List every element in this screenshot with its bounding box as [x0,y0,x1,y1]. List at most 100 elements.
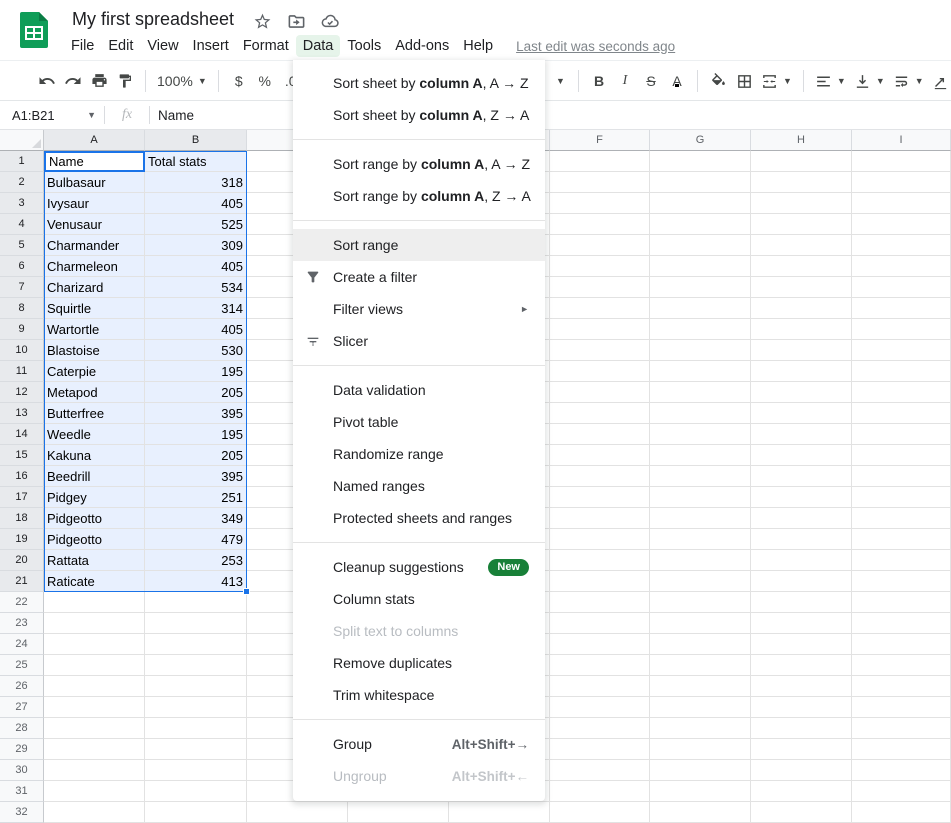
cell-b5[interactable]: 309 [145,235,247,256]
cell-g16[interactable] [650,466,751,487]
cell-i27[interactable] [852,697,951,718]
cell-a31[interactable] [44,781,145,802]
cell-i16[interactable] [852,466,951,487]
menu-item-sort-sheet-az[interactable]: Sort sheet by column A, A → Z [293,67,545,99]
menu-item-named-ranges[interactable]: Named ranges [293,470,545,502]
cell-i1[interactable] [852,151,951,172]
cell-b11[interactable]: 195 [145,361,247,382]
row-header-1[interactable]: 1 [0,151,44,172]
cell-f30[interactable] [550,760,650,781]
cloud-check-icon[interactable] [320,11,340,31]
document-title[interactable]: My first spreadsheet [72,9,234,30]
menu-item-sort-sheet-za[interactable]: Sort sheet by column A, Z → A [293,99,545,131]
row-header-4[interactable]: 4 [0,214,44,235]
cell-b26[interactable] [145,676,247,697]
cell-g7[interactable] [650,277,751,298]
cell-h10[interactable] [751,340,852,361]
cell-f10[interactable] [550,340,650,361]
cell-f14[interactable] [550,424,650,445]
cell-h8[interactable] [751,298,852,319]
cell-g13[interactable] [650,403,751,424]
cell-b13[interactable]: 395 [145,403,247,424]
borders-button[interactable] [731,67,757,95]
cell-h11[interactable] [751,361,852,382]
cell-g4[interactable] [650,214,751,235]
cell-f1[interactable] [550,151,650,172]
cell-i20[interactable] [852,550,951,571]
cell-b29[interactable] [145,739,247,760]
cell-b28[interactable] [145,718,247,739]
row-header-26[interactable]: 26 [0,676,44,697]
cell-g9[interactable] [650,319,751,340]
menu-item-create-a-filter[interactable]: Create a filter [293,261,545,293]
cell-h15[interactable] [751,445,852,466]
row-header-16[interactable]: 16 [0,466,44,487]
cell-d32[interactable] [348,802,449,823]
cell-i7[interactable] [852,277,951,298]
cell-b25[interactable] [145,655,247,676]
row-header-21[interactable]: 21 [0,571,44,592]
cell-h6[interactable] [751,256,852,277]
cell-f12[interactable] [550,382,650,403]
cell-f5[interactable] [550,235,650,256]
italic-button[interactable]: I [612,67,638,95]
menubar-item-format[interactable]: Format [236,35,296,57]
cell-f29[interactable] [550,739,650,760]
cell-b4[interactable]: 525 [145,214,247,235]
cell-g27[interactable] [650,697,751,718]
cell-i15[interactable] [852,445,951,466]
row-header-14[interactable]: 14 [0,424,44,445]
cell-b23[interactable] [145,613,247,634]
row-header-19[interactable]: 19 [0,529,44,550]
row-header-8[interactable]: 8 [0,298,44,319]
cell-h5[interactable] [751,235,852,256]
cell-f17[interactable] [550,487,650,508]
cell-e32[interactable] [449,802,550,823]
row-header-23[interactable]: 23 [0,613,44,634]
cell-a25[interactable] [44,655,145,676]
text-rotation-button[interactable] [928,67,951,95]
cell-i9[interactable] [852,319,951,340]
cell-b32[interactable] [145,802,247,823]
cell-g2[interactable] [650,172,751,193]
column-header-f[interactable]: F [550,130,650,151]
cell-h1[interactable] [751,151,852,172]
cell-h27[interactable] [751,697,852,718]
cell-h2[interactable] [751,172,852,193]
row-header-12[interactable]: 12 [0,382,44,403]
menubar-item-edit[interactable]: Edit [101,35,140,57]
menu-item-remove-duplicates[interactable]: Remove duplicates [293,647,545,679]
text-color-button[interactable]: A [664,67,690,95]
cell-b21[interactable]: 413 [145,571,247,592]
cell-h21[interactable] [751,571,852,592]
cell-h23[interactable] [751,613,852,634]
vertical-align-button[interactable]: ▼ [850,67,889,95]
fill-color-button[interactable] [705,67,731,95]
cell-i23[interactable] [852,613,951,634]
menu-item-group[interactable]: GroupAlt+Shift+→ [293,728,545,760]
fill-handle[interactable] [243,588,250,595]
cell-g15[interactable] [650,445,751,466]
cell-i18[interactable] [852,508,951,529]
menu-item-sort-range[interactable]: Sort range [293,229,545,261]
cell-h19[interactable] [751,529,852,550]
cell-b15[interactable]: 205 [145,445,247,466]
cell-i30[interactable] [852,760,951,781]
menu-item-filter-views[interactable]: Filter views► [293,293,545,325]
cell-f28[interactable] [550,718,650,739]
cell-a26[interactable] [44,676,145,697]
cell-b16[interactable]: 395 [145,466,247,487]
cell-h29[interactable] [751,739,852,760]
row-header-2[interactable]: 2 [0,172,44,193]
cell-g14[interactable] [650,424,751,445]
row-header-32[interactable]: 32 [0,802,44,823]
cell-f9[interactable] [550,319,650,340]
cell-i2[interactable] [852,172,951,193]
cell-i32[interactable] [852,802,951,823]
redo-button[interactable] [60,67,86,95]
cell-f7[interactable] [550,277,650,298]
sheets-logo-icon[interactable] [16,11,52,49]
cell-g5[interactable] [650,235,751,256]
last-edit-link[interactable]: Last edit was seconds ago [516,39,675,54]
cell-f3[interactable] [550,193,650,214]
